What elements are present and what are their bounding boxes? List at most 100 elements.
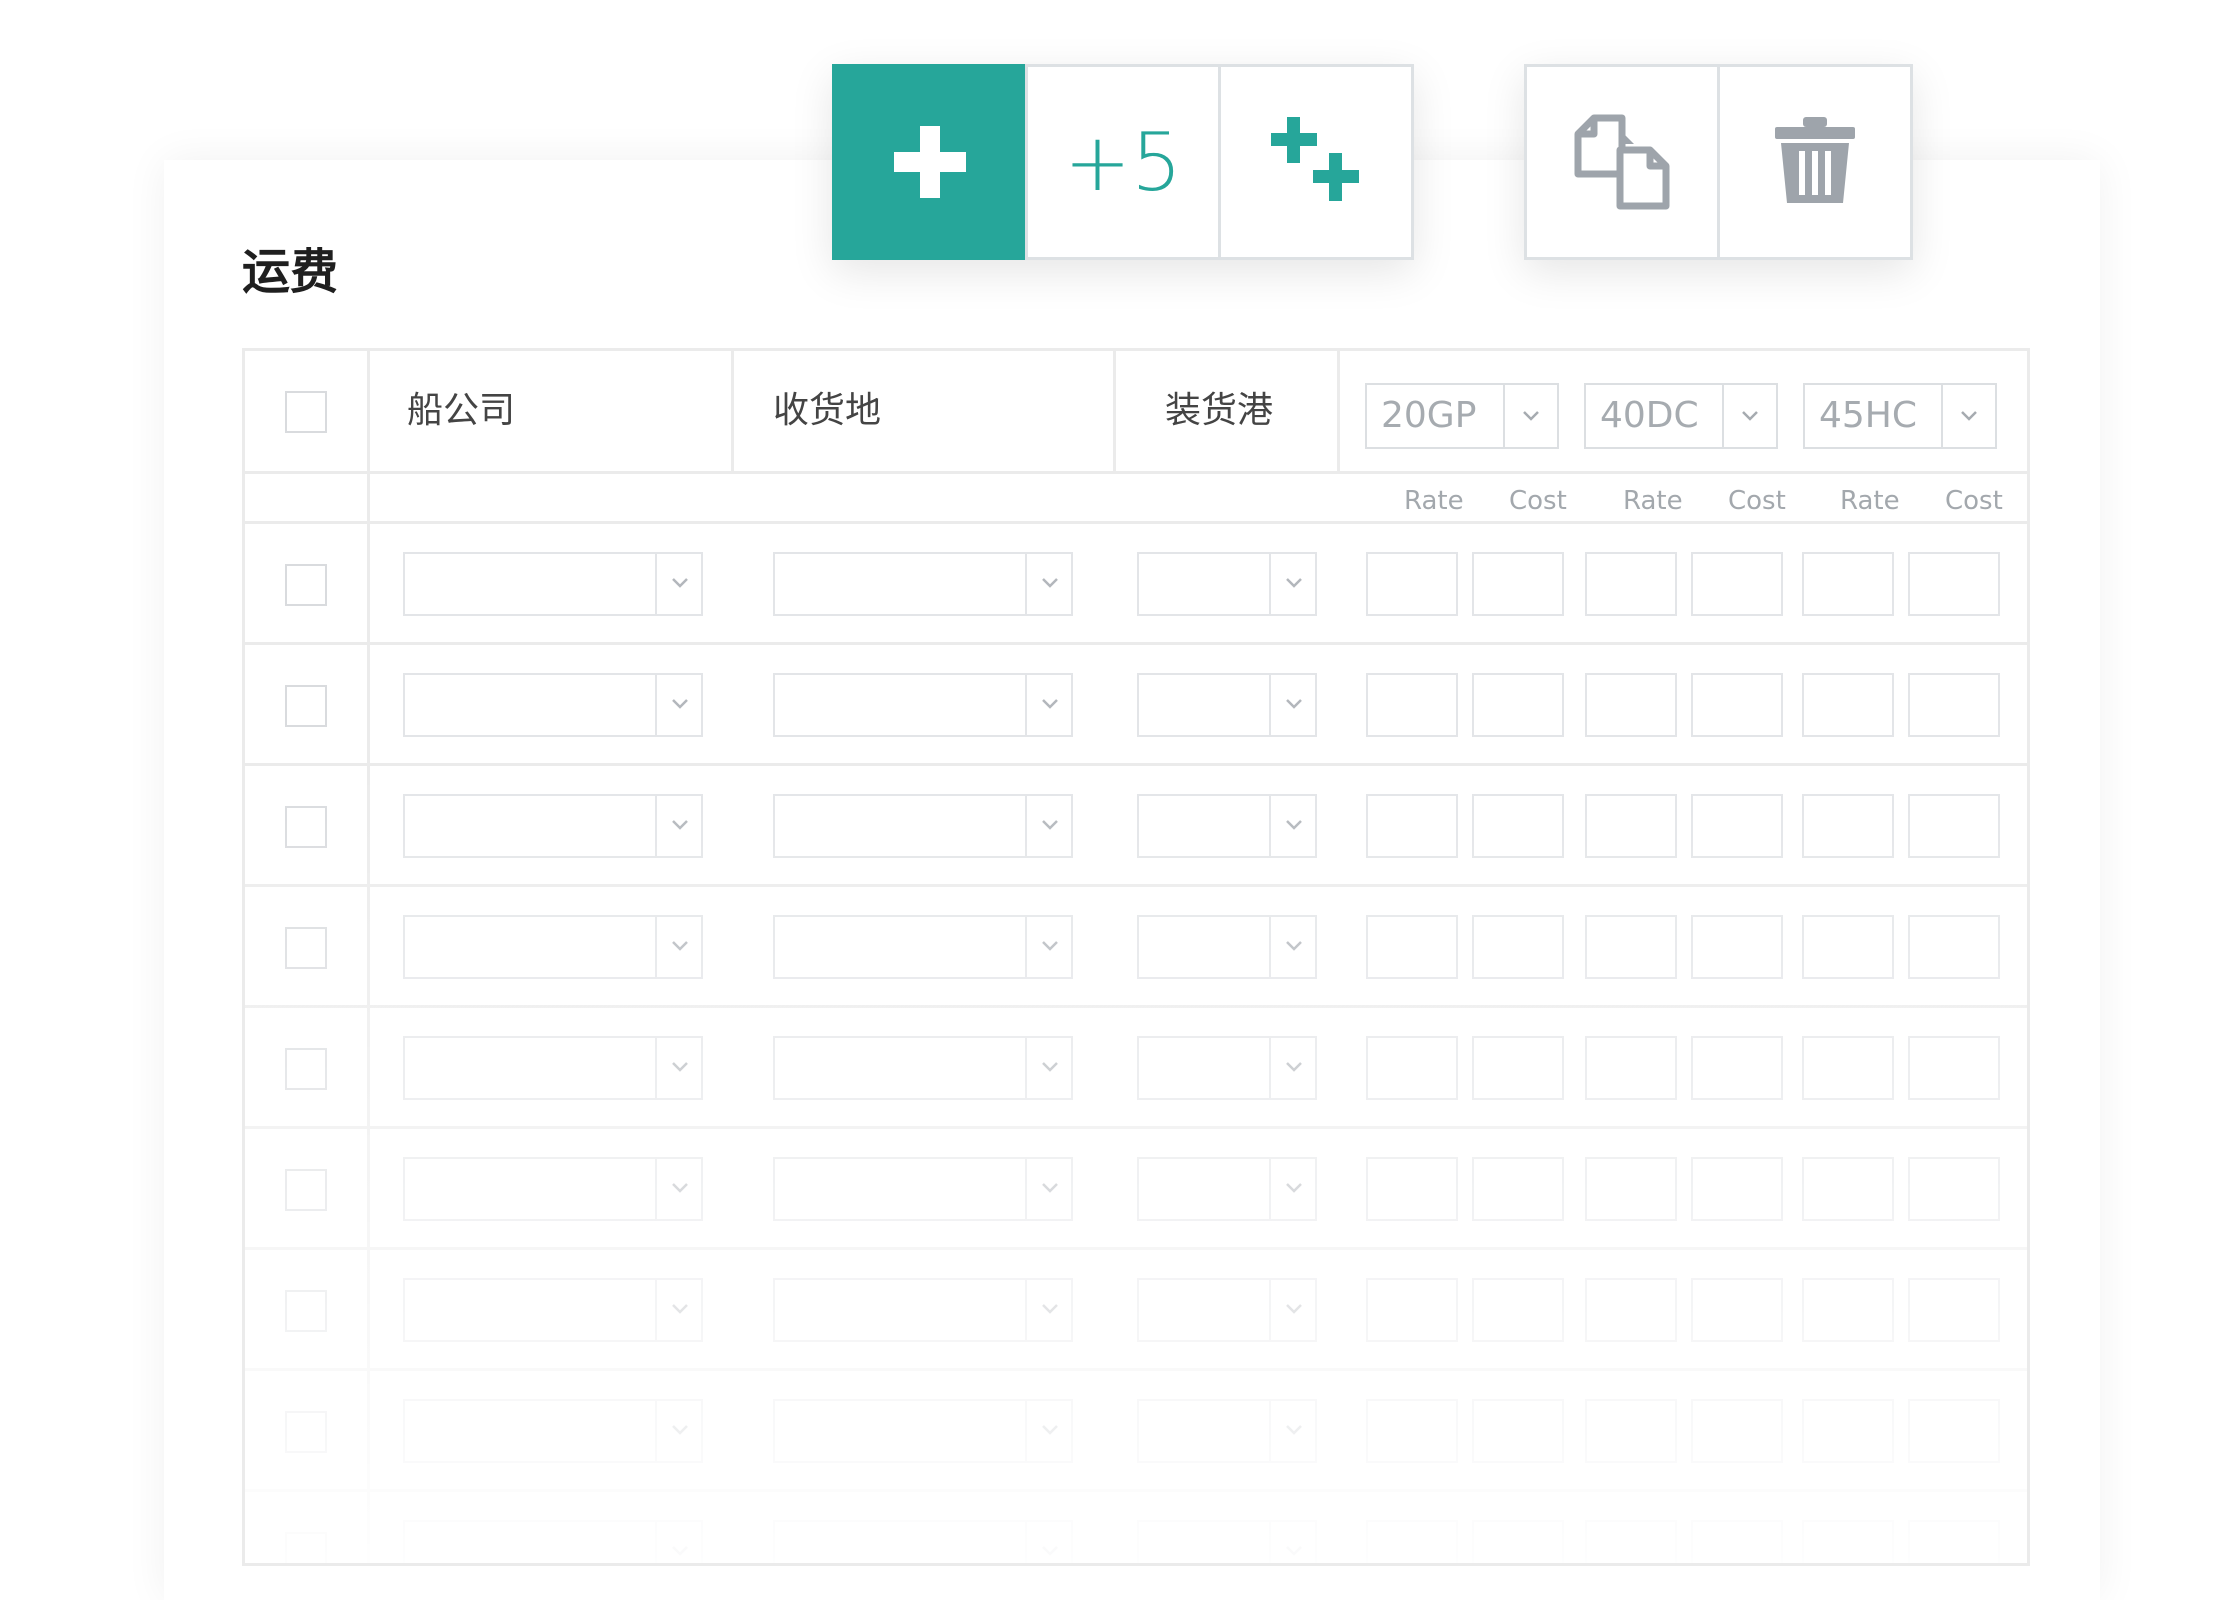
add-five-rows-button[interactable]: +5 (1025, 64, 1221, 260)
cost-40dc-input[interactable] (1691, 1036, 1783, 1100)
receipt-place-select[interactable] (773, 1278, 1073, 1342)
receipt-place-select[interactable] (773, 673, 1073, 737)
receipt-place-select[interactable] (773, 1520, 1073, 1563)
cost-20gp-input[interactable] (1472, 1278, 1564, 1342)
container-select-40dc[interactable]: 40DC (1584, 383, 1778, 449)
cost-20gp-input[interactable] (1472, 673, 1564, 737)
rate-20gp-input[interactable] (1366, 1278, 1458, 1342)
rate-20gp-input[interactable] (1366, 1520, 1458, 1563)
rate-40dc-input[interactable] (1585, 794, 1677, 858)
cost-40dc-input[interactable] (1691, 673, 1783, 737)
shipping-company-select[interactable] (403, 1036, 703, 1100)
copy-row-button[interactable] (1524, 64, 1720, 260)
rate-40dc-input[interactable] (1585, 1278, 1677, 1342)
cost-40dc-input[interactable] (1691, 1399, 1783, 1463)
cost-20gp-input[interactable] (1472, 1520, 1564, 1563)
cost-40dc-input[interactable] (1691, 1278, 1783, 1342)
row-checkbox[interactable] (285, 1169, 327, 1211)
add-row-button[interactable] (832, 64, 1028, 260)
rate-40dc-input[interactable] (1585, 1520, 1677, 1563)
row-checkbox[interactable] (285, 685, 327, 727)
rate-40dc-input[interactable] (1585, 915, 1677, 979)
cost-20gp-input[interactable] (1472, 915, 1564, 979)
loading-port-select[interactable] (1137, 1157, 1317, 1221)
loading-port-select[interactable] (1137, 1278, 1317, 1342)
row-checkbox[interactable] (285, 1290, 327, 1332)
receipt-place-select[interactable] (773, 915, 1073, 979)
loading-port-select[interactable] (1137, 915, 1317, 979)
row-checkbox[interactable] (285, 806, 327, 848)
delete-row-button[interactable] (1717, 64, 1913, 260)
cost-45hc-input[interactable] (1908, 1278, 2000, 1342)
cost-45hc-input[interactable] (1908, 915, 2000, 979)
receipt-place-select[interactable] (773, 552, 1073, 616)
receipt-place-select[interactable] (773, 1399, 1073, 1463)
rate-45hc-input[interactable] (1802, 1157, 1894, 1221)
rate-45hc-input[interactable] (1802, 915, 1894, 979)
container-select-45hc[interactable]: 45HC (1803, 383, 1997, 449)
rate-45hc-input[interactable] (1802, 552, 1894, 616)
shipping-company-select[interactable] (403, 794, 703, 858)
shipping-company-select[interactable] (403, 1278, 703, 1342)
cost-40dc-input[interactable] (1691, 915, 1783, 979)
rate-20gp-input[interactable] (1366, 915, 1458, 979)
select-all-checkbox[interactable] (285, 391, 327, 433)
rate-40dc-input[interactable] (1585, 1157, 1677, 1221)
cost-45hc-input[interactable] (1908, 1036, 2000, 1100)
cost-40dc-input[interactable] (1691, 794, 1783, 858)
rate-20gp-input[interactable] (1366, 794, 1458, 858)
cost-45hc-input[interactable] (1908, 1399, 2000, 1463)
cost-45hc-input[interactable] (1908, 794, 2000, 858)
shipping-company-select[interactable] (403, 1157, 703, 1221)
loading-port-select[interactable] (1137, 1520, 1317, 1563)
cost-45hc-input[interactable] (1908, 1520, 2000, 1563)
cost-45hc-input[interactable] (1908, 552, 2000, 616)
rate-45hc-input[interactable] (1802, 1520, 1894, 1563)
rate-45hc-input[interactable] (1802, 673, 1894, 737)
cost-20gp-input[interactable] (1472, 1157, 1564, 1221)
rate-45hc-input[interactable] (1802, 1399, 1894, 1463)
cost-20gp-input[interactable] (1472, 552, 1564, 616)
cost-40dc-input[interactable] (1691, 1520, 1783, 1563)
rate-45hc-input[interactable] (1802, 1036, 1894, 1100)
chevron-down-icon (672, 699, 688, 709)
rate-40dc-input[interactable] (1585, 1036, 1677, 1100)
cost-40dc-input[interactable] (1691, 552, 1783, 616)
rate-20gp-input[interactable] (1366, 673, 1458, 737)
loading-port-select[interactable] (1137, 1036, 1317, 1100)
cost-20gp-input[interactable] (1472, 794, 1564, 858)
rate-20gp-input[interactable] (1366, 1399, 1458, 1463)
shipping-company-select[interactable] (403, 1399, 703, 1463)
cost-20gp-input[interactable] (1472, 1399, 1564, 1463)
cost-20gp-input[interactable] (1472, 1036, 1564, 1100)
rate-40dc-input[interactable] (1585, 552, 1677, 616)
shipping-company-select[interactable] (403, 915, 703, 979)
row-checkbox[interactable] (285, 1532, 327, 1563)
row-checkbox[interactable] (285, 927, 327, 969)
rate-40dc-input[interactable] (1585, 673, 1677, 737)
shipping-company-select[interactable] (403, 673, 703, 737)
rate-40dc-input[interactable] (1585, 1399, 1677, 1463)
rate-45hc-input[interactable] (1802, 794, 1894, 858)
loading-port-select[interactable] (1137, 794, 1317, 858)
cost-45hc-input[interactable] (1908, 1157, 2000, 1221)
loading-port-select[interactable] (1137, 1399, 1317, 1463)
rate-45hc-input[interactable] (1802, 1278, 1894, 1342)
receipt-place-select[interactable] (773, 794, 1073, 858)
rate-20gp-input[interactable] (1366, 1036, 1458, 1100)
row-checkbox[interactable] (285, 1048, 327, 1090)
cost-40dc-input[interactable] (1691, 1157, 1783, 1221)
add-multiple-button[interactable] (1218, 64, 1414, 260)
cost-45hc-input[interactable] (1908, 673, 2000, 737)
container-select-20gp[interactable]: 20GP (1365, 383, 1559, 449)
loading-port-select[interactable] (1137, 552, 1317, 616)
receipt-place-select[interactable] (773, 1157, 1073, 1221)
loading-port-select[interactable] (1137, 673, 1317, 737)
row-checkbox[interactable] (285, 564, 327, 606)
rate-20gp-input[interactable] (1366, 1157, 1458, 1221)
rate-20gp-input[interactable] (1366, 552, 1458, 616)
row-checkbox[interactable] (285, 1411, 327, 1453)
shipping-company-select[interactable] (403, 1520, 703, 1563)
receipt-place-select[interactable] (773, 1036, 1073, 1100)
shipping-company-select[interactable] (403, 552, 703, 616)
